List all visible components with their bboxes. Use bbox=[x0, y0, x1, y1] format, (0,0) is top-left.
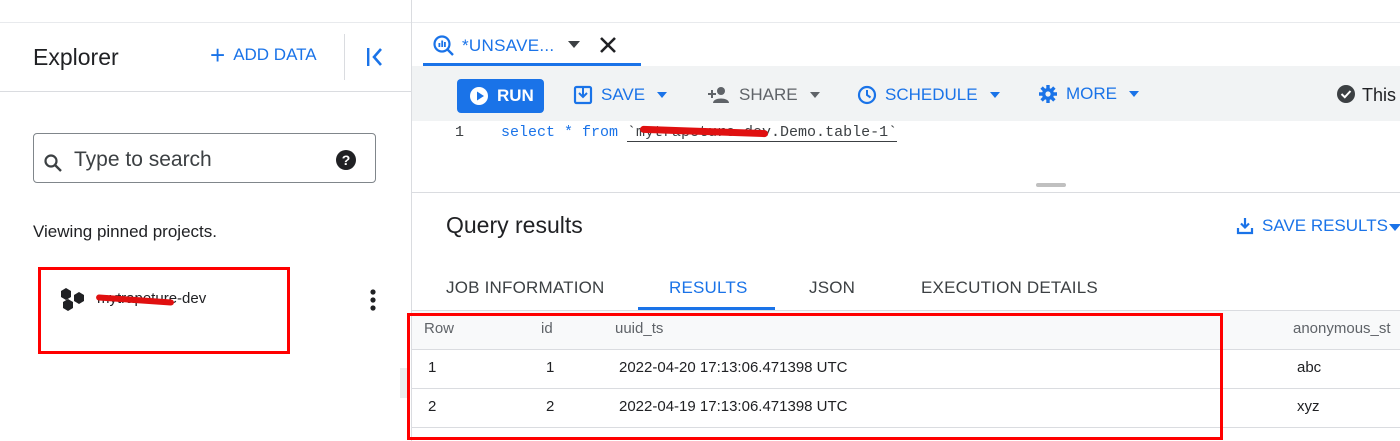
search-input[interactable] bbox=[74, 146, 324, 174]
tab-results[interactable]: RESULTS bbox=[669, 278, 748, 298]
chevron-down-icon[interactable] bbox=[568, 41, 580, 48]
download-icon bbox=[1236, 218, 1254, 235]
share-label: SHARE bbox=[739, 85, 798, 104]
help-icon[interactable]: ? bbox=[336, 150, 356, 170]
search-icon bbox=[44, 154, 62, 172]
tab-label: *UNSAVE... bbox=[462, 36, 555, 55]
share-button[interactable]: SHARE bbox=[707, 85, 820, 105]
save-results-label: SAVE RESULTS bbox=[1262, 216, 1388, 235]
sql-keywords: select * from bbox=[501, 124, 628, 141]
chevron-down-icon bbox=[1129, 91, 1139, 97]
plus-icon: + bbox=[210, 40, 226, 70]
cell-uuid-ts: 2022-04-19 17:13:06.471398 UTC bbox=[619, 398, 848, 415]
schedule-button[interactable]: SCHEDULE bbox=[857, 85, 1000, 105]
chevron-down-icon bbox=[657, 92, 668, 98]
pinned-projects-text: Viewing pinned projects. bbox=[33, 222, 217, 241]
cell-anonymous: xyz bbox=[1297, 398, 1320, 415]
column-header-uuid-ts: uuid_ts bbox=[615, 320, 664, 337]
table-header bbox=[412, 311, 1400, 349]
add-data-button[interactable]: + ADD DATA bbox=[210, 40, 317, 70]
tab-job-information[interactable]: JOB INFORMATION bbox=[446, 278, 605, 298]
more-button[interactable]: MORE bbox=[1038, 84, 1139, 104]
explorer-title: Explorer bbox=[33, 44, 119, 70]
column-header-anonymous: anonymous_st bbox=[1293, 320, 1391, 337]
play-icon bbox=[470, 87, 488, 105]
chevron-down-icon bbox=[989, 92, 1000, 98]
column-header-row: Row bbox=[424, 320, 455, 337]
query-results-title: Query results bbox=[446, 212, 583, 238]
save-button[interactable]: SAVE bbox=[573, 85, 668, 105]
line-number: 1 bbox=[455, 124, 465, 141]
cell-id: 2 bbox=[546, 398, 555, 415]
project-icon bbox=[61, 288, 84, 311]
close-icon[interactable] bbox=[596, 33, 620, 57]
row-divider bbox=[412, 349, 1400, 350]
column-header-id: id bbox=[541, 320, 553, 337]
chevron-down-icon bbox=[809, 92, 820, 98]
cell-uuid-ts: 2022-04-20 17:13:06.471398 UTC bbox=[619, 359, 848, 376]
chevron-down-icon[interactable] bbox=[1389, 224, 1400, 231]
check-circle-icon bbox=[1337, 85, 1355, 103]
validation-status: This bbox=[1362, 85, 1397, 105]
project-row[interactable] bbox=[40, 266, 410, 336]
editor-resize-handle[interactable] bbox=[1036, 183, 1066, 187]
more-vert-icon[interactable] bbox=[366, 288, 380, 312]
cell-anonymous: abc bbox=[1297, 359, 1322, 376]
explorer-header-divider bbox=[0, 91, 411, 92]
gear-icon bbox=[1039, 85, 1057, 103]
save-results-button[interactable]: SAVE RESULTS bbox=[1236, 216, 1388, 236]
panel-resize-handle[interactable] bbox=[400, 368, 408, 398]
person-add-icon bbox=[708, 87, 729, 103]
query-icon bbox=[433, 35, 454, 56]
row-divider bbox=[412, 388, 1400, 389]
save-label: SAVE bbox=[601, 85, 646, 104]
run-label: RUN bbox=[497, 86, 534, 105]
cell-id: 1 bbox=[546, 359, 555, 376]
clock-icon bbox=[857, 85, 877, 105]
tab-json[interactable]: JSON bbox=[809, 278, 855, 298]
collapse-panel-icon[interactable] bbox=[362, 44, 388, 70]
cell-row-number: 2 bbox=[428, 398, 437, 415]
save-icon bbox=[573, 85, 593, 105]
more-label: MORE bbox=[1066, 84, 1117, 103]
tab-execution-details[interactable]: EXECUTION DETAILS bbox=[921, 278, 1098, 298]
schedule-label: SCHEDULE bbox=[885, 85, 978, 104]
add-data-label: ADD DATA bbox=[233, 45, 317, 64]
cell-row-number: 1 bbox=[428, 359, 437, 376]
row-divider bbox=[412, 427, 1400, 428]
editor-divider bbox=[412, 192, 1400, 193]
header-divider bbox=[344, 34, 345, 80]
